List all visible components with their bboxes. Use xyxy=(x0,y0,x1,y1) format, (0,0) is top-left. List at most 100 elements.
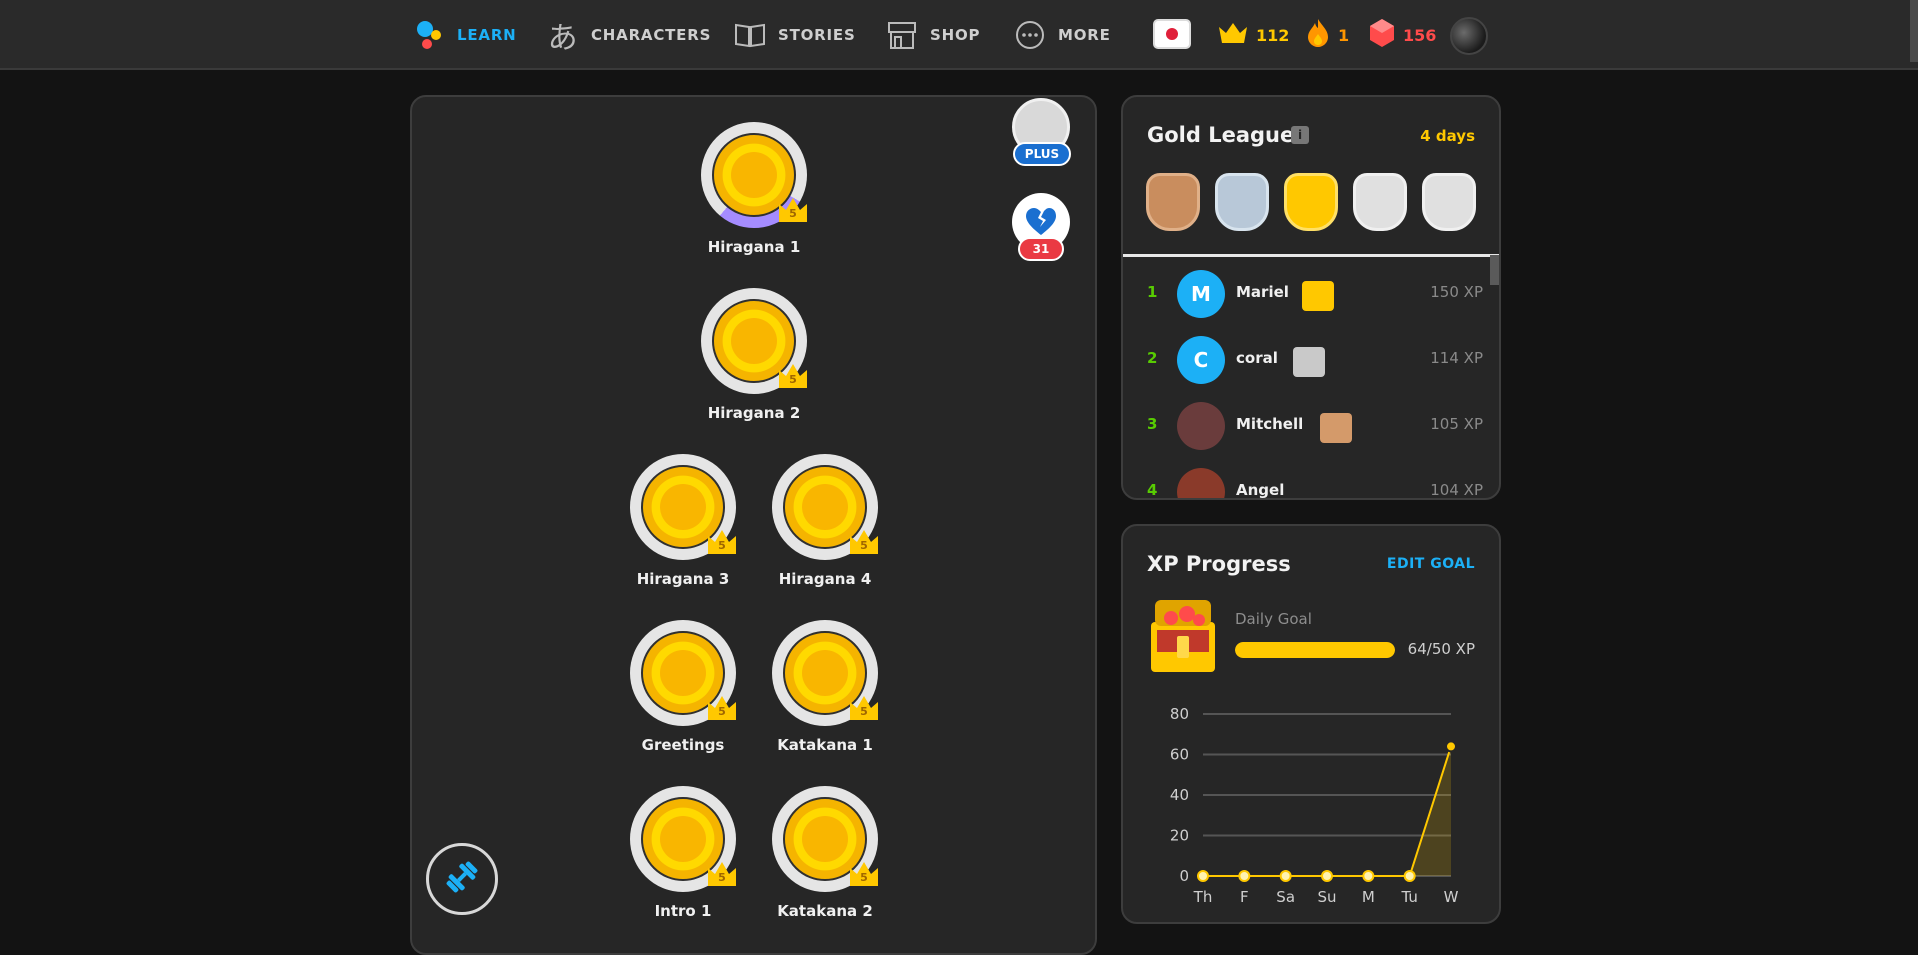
skill-icon xyxy=(712,133,796,217)
chest-icon xyxy=(1293,347,1325,377)
skill-emblem xyxy=(802,650,848,696)
skill-progress-ring: 5 xyxy=(630,454,736,560)
x-tick-label: F xyxy=(1240,888,1249,906)
chest-icon xyxy=(1302,281,1334,311)
bronze-league-icon xyxy=(1146,173,1200,231)
y-tick-label: 40 xyxy=(1170,786,1189,804)
nav-more[interactable]: MORE xyxy=(1014,16,1111,54)
nav-stories[interactable]: STORIES xyxy=(734,16,856,54)
streak-stat[interactable]: 1 xyxy=(1306,16,1349,54)
skill-progress-ring: 5 xyxy=(630,620,736,726)
area-fill xyxy=(1203,746,1451,876)
skill-icon xyxy=(641,631,725,715)
leaderboard-name: Angel xyxy=(1236,481,1285,499)
nav-characters-label: CHARACTERS xyxy=(591,26,712,44)
book-icon xyxy=(734,19,766,51)
streak-count: 1 xyxy=(1338,25,1350,45)
data-point xyxy=(1362,870,1375,882)
leaderboard-row[interactable]: 3 Mitchell 105 XP xyxy=(1123,393,1483,459)
leaderboard-row[interactable]: 4 Angel 104 XP xyxy=(1123,459,1483,499)
nav-learn[interactable]: LEARN xyxy=(413,16,517,54)
skill-emblem xyxy=(731,152,777,198)
gems-stat[interactable]: 156 xyxy=(1369,16,1436,54)
skill-node[interactable]: 5 Hiragana 4 xyxy=(765,454,885,588)
leaderboard-xp: 104 XP xyxy=(1430,481,1483,499)
hearts-badge[interactable]: 31 xyxy=(1012,193,1072,261)
skill-node[interactable]: 5 Intro 1 xyxy=(623,786,743,920)
learn-icon xyxy=(413,19,445,51)
x-tick-label: M xyxy=(1362,888,1375,906)
leaderboard-scrollbar[interactable] xyxy=(1490,255,1499,285)
characters-icon: あ xyxy=(547,21,579,56)
crowns-count: 112 xyxy=(1256,25,1290,45)
skill-icon xyxy=(783,797,867,881)
skill-emblem xyxy=(660,650,706,696)
leaderboard-name: coral xyxy=(1236,349,1278,367)
skill-node[interactable]: 5 Greetings xyxy=(623,620,743,754)
practice-button[interactable] xyxy=(426,843,498,915)
x-tick-label: Tu xyxy=(1400,888,1417,906)
chest-icon xyxy=(1320,413,1352,443)
avatar: M xyxy=(1177,270,1225,318)
leaderboard-xp: 105 XP xyxy=(1430,415,1483,433)
skill-node[interactable]: 5 Katakana 1 xyxy=(765,620,885,754)
leaderboard-name: Mariel xyxy=(1236,283,1289,301)
skill-label: Hiragana 2 xyxy=(707,404,801,422)
skill-icon xyxy=(783,631,867,715)
leaderboard-row[interactable]: 2 Ccoral 114 XP xyxy=(1123,327,1483,393)
skill-icon xyxy=(712,299,796,383)
y-tick-label: 80 xyxy=(1170,705,1189,723)
dumbbell-icon xyxy=(442,857,482,901)
info-icon[interactable]: i xyxy=(1291,126,1309,144)
skill-label: Hiragana 3 xyxy=(636,570,730,588)
locked-league-icon xyxy=(1353,173,1407,231)
leaderboard-rank: 3 xyxy=(1147,415,1158,433)
leaderboard-rank: 4 xyxy=(1147,481,1158,499)
skill-progress-ring: 5 xyxy=(772,620,878,726)
skill-node[interactable]: 5 Hiragana 3 xyxy=(623,454,743,588)
crowns-stat[interactable]: 112 xyxy=(1218,16,1289,54)
skill-node[interactable]: 5 Hiragana 1 xyxy=(694,122,814,256)
edit-goal-link[interactable]: EDIT GOAL xyxy=(1387,556,1475,572)
skill-node[interactable]: 5 Katakana 2 xyxy=(765,786,885,920)
nav-shop[interactable]: SHOP xyxy=(886,16,980,54)
skill-icon xyxy=(641,797,725,881)
data-point xyxy=(1238,870,1251,882)
page-scrollbar[interactable] xyxy=(1910,0,1918,62)
daily-goal-value: 64/50 XP xyxy=(1407,640,1475,658)
skill-label: Hiragana 4 xyxy=(778,570,872,588)
nav-more-label: MORE xyxy=(1058,26,1111,44)
plus-badge[interactable]: PLUS xyxy=(1012,98,1072,166)
avatar: C xyxy=(1177,336,1225,384)
league-divider xyxy=(1123,254,1499,257)
x-tick-label: W xyxy=(1444,888,1459,906)
shop-icon xyxy=(886,19,918,51)
leaderboard-xp: 150 XP xyxy=(1430,283,1483,301)
language-flag-icon[interactable] xyxy=(1153,19,1191,49)
leaderboard-row[interactable]: 1 M Mariel 150 XP xyxy=(1123,261,1483,327)
skill-label: Intro 1 xyxy=(654,902,712,920)
x-tick-label: Th xyxy=(1193,888,1213,906)
leaderboard-name: Mitchell xyxy=(1236,415,1304,433)
league-title: Gold League xyxy=(1147,123,1295,147)
skill-emblem xyxy=(802,484,848,530)
nav-stories-label: STORIES xyxy=(778,26,856,44)
data-point xyxy=(1279,870,1292,882)
skill-progress-ring: 5 xyxy=(701,288,807,394)
skill-label: Greetings xyxy=(641,736,725,754)
league-card: Gold League i 4 days 1 M Mariel 150 XP 2 Ccor… xyxy=(1121,95,1501,500)
nav-shop-label: SHOP xyxy=(930,26,981,44)
profile-avatar[interactable] xyxy=(1450,17,1488,55)
hearts-count: 31 xyxy=(1018,237,1064,261)
skill-node[interactable]: 5 Hiragana 2 xyxy=(694,288,814,422)
daily-goal-progress-fill xyxy=(1235,642,1395,658)
skill-progress-ring: 5 xyxy=(772,454,878,560)
leaderboard-rank: 2 xyxy=(1147,349,1158,367)
plus-label: PLUS xyxy=(1013,142,1071,166)
silver-league-icon xyxy=(1215,173,1269,231)
data-point xyxy=(1445,740,1457,753)
nav-characters[interactable]: あ CHARACTERS xyxy=(547,16,712,56)
nav-learn-label: LEARN xyxy=(457,26,517,44)
data-point xyxy=(1197,870,1209,882)
data-point xyxy=(1321,870,1333,882)
